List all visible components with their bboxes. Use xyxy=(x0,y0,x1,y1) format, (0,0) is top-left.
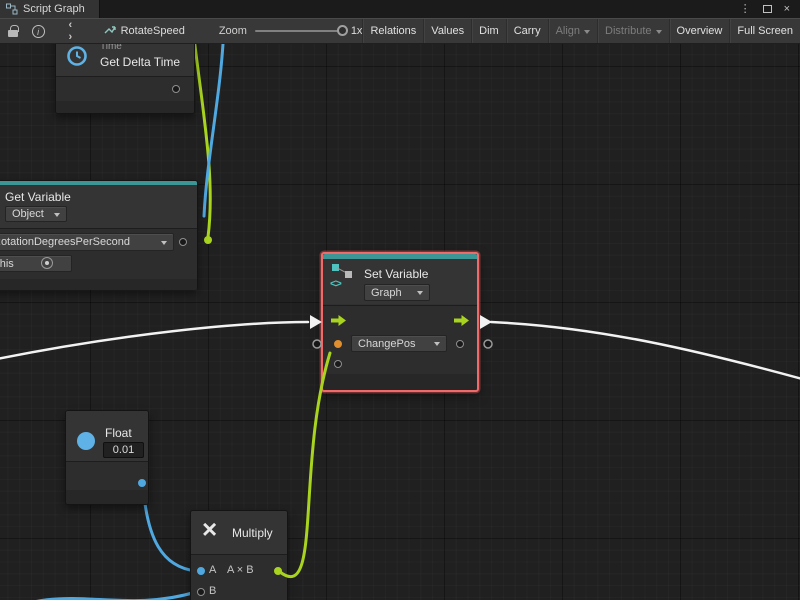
node-title: Set Variable xyxy=(364,267,428,281)
caret-down-icon xyxy=(161,241,167,248)
tab-title: Script Graph xyxy=(23,3,85,15)
fullscreen-button[interactable]: Full Screen xyxy=(729,19,800,43)
extra-input-port[interactable] xyxy=(334,360,342,368)
node-body xyxy=(191,555,287,600)
time-icon xyxy=(66,45,88,72)
variable-name-dropdown[interactable]: RotationDegreesPerSecond xyxy=(0,233,174,251)
set-variable-icon-node xyxy=(345,271,352,278)
caret-down-icon xyxy=(434,342,440,349)
distribute-button[interactable]: Distribute xyxy=(597,19,668,43)
wire-white-left[interactable] xyxy=(0,322,308,360)
multiply-icon: × xyxy=(202,514,217,545)
input-a-port[interactable] xyxy=(197,567,205,575)
node-set-variable[interactable]: <> Set Variable Graph ChangePos xyxy=(321,252,479,392)
result-output-port[interactable] xyxy=(274,567,282,575)
unity-visual-scripting-window: Script Graph ⋮ × i ‹ › RotateSpeed Zoom … xyxy=(0,0,800,600)
caret-down-icon xyxy=(417,291,423,298)
wire-blue-float-to-multiply[interactable] xyxy=(143,485,196,571)
node-footer xyxy=(323,374,477,390)
graph-name-label: RotateSpeed xyxy=(121,25,185,37)
maximize-icon[interactable] xyxy=(759,0,776,18)
close-icon[interactable]: × xyxy=(780,0,794,18)
output-port[interactable] xyxy=(172,85,180,93)
value-output-port[interactable] xyxy=(456,340,464,348)
zoom-slider-track xyxy=(255,30,345,32)
target-object-field[interactable]: This xyxy=(0,255,72,272)
overview-button[interactable]: Overview xyxy=(669,19,730,43)
carry-button[interactable]: Carry xyxy=(506,19,548,43)
variable-kind-dropdown[interactable]: Graph xyxy=(364,284,430,301)
unconnected-stub-right[interactable] xyxy=(484,340,492,348)
value-output-port[interactable] xyxy=(138,479,146,487)
variable-name-dropdown[interactable]: ChangePos xyxy=(351,335,447,352)
graph-canvas[interactable]: Time Get Delta Time Get Variable Object … xyxy=(0,44,800,600)
node-kind-label: Time xyxy=(100,44,122,52)
flow-arrowhead-right xyxy=(480,315,492,329)
float-icon xyxy=(77,432,95,450)
output-label: A × B xyxy=(227,564,254,576)
zoom-slider[interactable] xyxy=(255,25,345,37)
variable-kind-dropdown[interactable]: Object xyxy=(5,206,67,222)
tab-script-graph[interactable]: Script Graph xyxy=(0,0,100,18)
node-multiply[interactable]: × Multiply A A × B B xyxy=(190,510,288,600)
node-get-variable[interactable]: Get Variable Object RotationDegreesPerSe… xyxy=(0,180,198,290)
node-footer xyxy=(66,490,148,504)
input-a-label: A xyxy=(209,564,216,576)
wire-blue-top[interactable] xyxy=(204,44,224,216)
caret-down-icon xyxy=(584,30,590,37)
input-b-label: B xyxy=(209,585,216,597)
node-body xyxy=(66,462,148,490)
window-controls: ⋮ × xyxy=(736,0,800,18)
node-title: Get Variable xyxy=(5,190,71,204)
toolbar-buttons: Relations Values Dim Carry Align Distrib… xyxy=(362,19,800,43)
zoom-label: Zoom xyxy=(219,25,247,37)
values-button[interactable]: Values xyxy=(423,19,471,43)
node-get-delta-time[interactable]: Time Get Delta Time xyxy=(55,44,195,114)
caret-down-icon xyxy=(656,30,662,37)
value-output-port[interactable] xyxy=(179,238,187,246)
wire-green-endpoint xyxy=(204,236,212,244)
script-graph-icon xyxy=(6,3,18,15)
align-button[interactable]: Align xyxy=(548,19,597,43)
dim-button[interactable]: Dim xyxy=(471,19,506,43)
zoom-value: 1x xyxy=(351,25,363,37)
unconnected-stub-left[interactable] xyxy=(313,340,321,348)
wire-white-right[interactable] xyxy=(491,322,800,380)
node-title: Multiply xyxy=(232,526,273,540)
node-footer xyxy=(56,101,194,113)
variable-value-input-port[interactable] xyxy=(334,340,342,348)
script-machine-icon xyxy=(104,25,116,37)
info-icon[interactable]: i xyxy=(32,25,45,38)
code-preview-icon[interactable]: ‹ › xyxy=(69,19,82,43)
node-float-literal[interactable]: Float 0.01 xyxy=(65,410,149,505)
float-value-field[interactable]: 0.01 xyxy=(103,442,144,458)
object-picker-icon[interactable] xyxy=(41,257,53,269)
relations-button[interactable]: Relations xyxy=(362,19,423,43)
kebab-menu-icon[interactable]: ⋮ xyxy=(736,0,755,18)
input-b-port[interactable] xyxy=(197,588,205,596)
tab-bar: Script Graph ⋮ × xyxy=(0,0,800,18)
graph-brackets-icon: <> xyxy=(330,278,341,290)
caret-down-icon xyxy=(54,213,60,220)
zoom-slider-handle[interactable] xyxy=(337,25,348,36)
node-footer xyxy=(0,279,197,290)
node-title: Get Delta Time xyxy=(100,55,180,69)
graph-toolbar: i ‹ › RotateSpeed Zoom 1x Relations Valu… xyxy=(0,18,800,44)
wire-blue-bottom-left[interactable] xyxy=(0,592,196,600)
node-title: Float xyxy=(105,426,132,440)
lock-icon[interactable] xyxy=(8,30,18,37)
